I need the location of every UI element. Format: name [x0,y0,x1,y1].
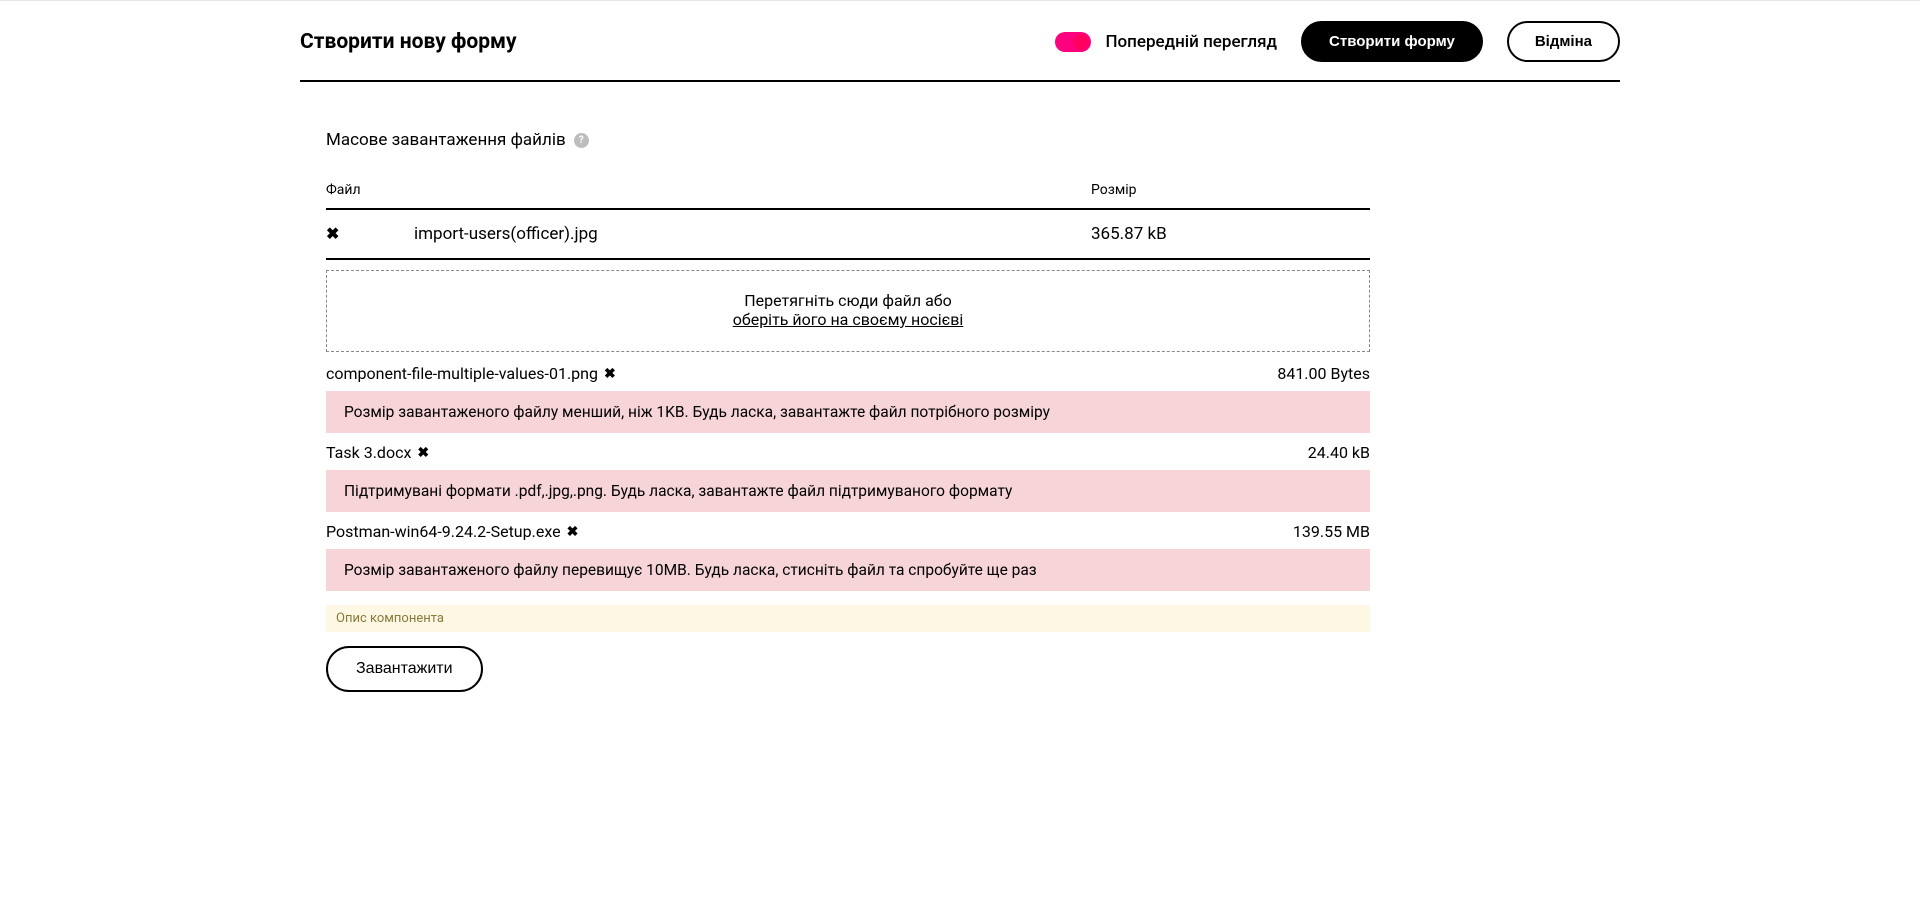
error-file-name: Postman-win64-9.24.2-Setup.exe ✖ [326,522,578,541]
error-file-name: Task 3.docx ✖ [326,443,429,462]
cancel-button[interactable]: Відміна [1507,21,1620,62]
page-title: Створити нову форму [300,30,517,54]
error-file-size: 24.40 kB [1308,443,1370,462]
remove-file-icon[interactable]: ✖ [326,224,339,243]
component-description: Опис компонента [326,605,1370,632]
create-form-button[interactable]: Створити форму [1301,21,1483,62]
error-file-name: component-file-multiple-values-01.png ✖ [326,364,616,383]
section-title: Масове завантаження файлів ? [326,130,1370,150]
error-file-name-text: Postman-win64-9.24.2-Setup.exe [326,522,561,541]
file-size-cell: 365.87 kB [1091,209,1370,259]
error-banner: Підтримувані формати .pdf,.jpg,.png. Буд… [326,470,1370,512]
remove-error-file-icon[interactable]: ✖ [567,524,579,540]
page-header: Створити нову форму Попередній перегляд … [300,9,1620,82]
error-file-row: Task 3.docx ✖ 24.40 kB [326,443,1370,462]
preview-toggle-group: Попередній перегляд [1055,32,1277,52]
col-size-header: Розмір [1091,172,1370,209]
error-file-row: Postman-win64-9.24.2-Setup.exe ✖ 139.55 … [326,522,1370,541]
preview-label: Попередній перегляд [1105,32,1277,52]
dropzone-drag-text: Перетягніть сюди файл або [337,291,1359,310]
help-icon[interactable]: ? [574,133,589,148]
download-button[interactable]: Завантажити [326,646,483,692]
error-banner: Розмір завантаженого файлу перевищує 10M… [326,549,1370,591]
error-file-name-text: component-file-multiple-values-01.png [326,364,598,383]
error-file-size: 841.00 Bytes [1277,364,1370,383]
header-actions: Попередній перегляд Створити форму Відмі… [1055,21,1620,62]
dropzone-browse-link[interactable]: оберіть його на своєму носієві [337,310,1359,329]
error-file-size: 139.55 MB [1293,522,1370,541]
error-banner: Розмір завантаженого файлу менший, ніж 1… [326,391,1370,433]
file-name-cell: import-users(officer).jpg [414,209,1091,259]
col-file-header: Файл [326,172,1091,209]
file-dropzone[interactable]: Перетягніть сюди файл або оберіть його н… [326,270,1370,352]
table-row: ✖ import-users(officer).jpg 365.87 kB [326,209,1370,259]
section-title-text: Масове завантаження файлів [326,130,566,150]
uploaded-files-table: Файл Розмір ✖ import-users(officer).jpg … [326,172,1370,260]
content-area: Масове завантаження файлів ? Файл Розмір… [326,82,1370,732]
remove-error-file-icon[interactable]: ✖ [604,366,616,382]
error-file-name-text: Task 3.docx [326,443,411,462]
error-file-row: component-file-multiple-values-01.png ✖ … [326,364,1370,383]
remove-error-file-icon[interactable]: ✖ [417,445,429,461]
preview-toggle[interactable] [1055,32,1091,52]
